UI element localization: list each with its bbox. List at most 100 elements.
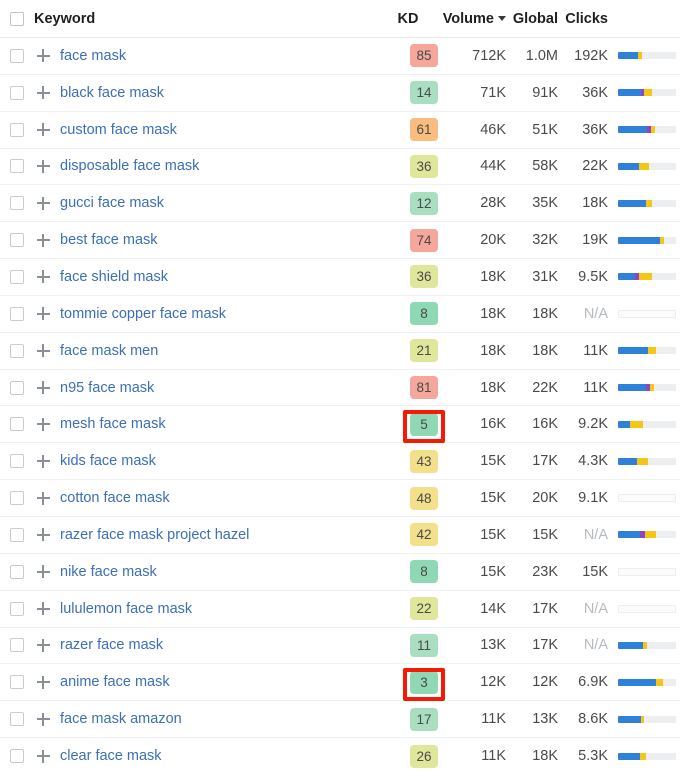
column-header-keyword[interactable]: Keyword xyxy=(30,11,382,27)
keyword-link[interactable]: lululemon face mask xyxy=(60,601,192,617)
keyword-link[interactable]: tommie copper face mask xyxy=(60,306,226,322)
table-row[interactable]: nike face mask 8 15K 23K 15K xyxy=(0,554,680,591)
add-keyword-button[interactable] xyxy=(30,381,56,395)
table-row[interactable]: cotton face mask 48 15K 20K 9.1K xyxy=(0,480,680,517)
row-checkbox[interactable] xyxy=(10,491,24,506)
row-checkbox-cell[interactable] xyxy=(0,343,30,358)
add-keyword-button[interactable] xyxy=(30,159,56,173)
row-checkbox-cell[interactable] xyxy=(0,159,30,174)
keyword-link[interactable]: face mask men xyxy=(60,343,158,359)
add-keyword-button[interactable] xyxy=(30,417,56,431)
column-header-global[interactable]: Global xyxy=(506,11,558,27)
row-checkbox[interactable] xyxy=(10,749,24,764)
table-row[interactable]: black face mask 14 71K 91K 36K xyxy=(0,75,680,112)
add-keyword-button[interactable] xyxy=(30,638,56,652)
add-keyword-button[interactable] xyxy=(30,528,56,542)
keyword-link[interactable]: face mask xyxy=(60,48,126,64)
keyword-link[interactable]: nike face mask xyxy=(60,564,157,580)
row-checkbox[interactable] xyxy=(10,638,24,653)
row-checkbox-cell[interactable] xyxy=(0,417,30,432)
add-keyword-button[interactable] xyxy=(30,749,56,763)
table-row[interactable]: face mask men 21 18K 18K 11K xyxy=(0,333,680,370)
row-checkbox-cell[interactable] xyxy=(0,491,30,506)
table-row[interactable]: razer face mask 11 13K 17K N/A xyxy=(0,628,680,665)
row-checkbox-cell[interactable] xyxy=(0,85,30,100)
row-checkbox[interactable] xyxy=(10,306,24,321)
keyword-link[interactable]: face shield mask xyxy=(60,269,168,285)
row-checkbox[interactable] xyxy=(10,417,24,432)
keyword-link[interactable]: cotton face mask xyxy=(60,490,170,506)
table-row[interactable]: kids face mask 43 15K 17K 4.3K xyxy=(0,443,680,481)
add-keyword-button[interactable] xyxy=(30,307,56,321)
row-checkbox[interactable] xyxy=(10,454,24,469)
add-keyword-button[interactable] xyxy=(30,233,56,247)
row-checkbox[interactable] xyxy=(10,712,24,727)
row-checkbox-cell[interactable] xyxy=(0,233,30,248)
row-checkbox[interactable] xyxy=(10,675,24,690)
keyword-link[interactable]: anime face mask xyxy=(60,674,170,690)
keyword-link[interactable]: clear face mask xyxy=(60,748,162,764)
table-row[interactable]: lululemon face mask 22 14K 17K N/A xyxy=(0,591,680,628)
add-keyword-button[interactable] xyxy=(30,675,56,689)
keyword-link[interactable]: black face mask xyxy=(60,85,164,101)
table-row[interactable]: n95 face mask 81 18K 22K 11K xyxy=(0,370,680,407)
table-row[interactable]: tommie copper face mask 8 18K 18K N/A xyxy=(0,296,680,333)
table-row[interactable]: razer face mask project hazel 42 15K 15K N/A xyxy=(0,517,680,554)
row-checkbox-cell[interactable] xyxy=(0,269,30,284)
select-all-checkbox[interactable] xyxy=(10,11,24,26)
table-row[interactable]: best face mask 74 20K 32K 19K xyxy=(0,222,680,260)
add-keyword-button[interactable] xyxy=(30,712,56,726)
row-checkbox-cell[interactable] xyxy=(0,749,30,764)
row-checkbox-cell[interactable] xyxy=(0,48,30,63)
row-checkbox[interactable] xyxy=(10,159,24,174)
row-checkbox-cell[interactable] xyxy=(0,527,30,542)
table-row[interactable]: mesh face mask 5 16K 16K 9.2K xyxy=(0,406,680,444)
row-checkbox-cell[interactable] xyxy=(0,712,30,727)
add-keyword-button[interactable] xyxy=(30,565,56,579)
row-checkbox-cell[interactable] xyxy=(0,196,30,211)
table-row[interactable]: anime face mask 3 12K 12K 6.9K xyxy=(0,664,680,702)
row-checkbox[interactable] xyxy=(10,48,24,63)
table-row[interactable]: gucci face mask 12 28K 35K 18K xyxy=(0,185,680,223)
row-checkbox-cell[interactable] xyxy=(0,380,30,395)
keyword-link[interactable]: kids face mask xyxy=(60,453,156,469)
keyword-link[interactable]: disposable face mask xyxy=(60,158,199,174)
table-row[interactable]: custom face mask 61 46K 51K 36K xyxy=(0,112,680,149)
table-row[interactable]: clear face mask 26 11K 18K 5.3K xyxy=(0,738,680,775)
row-checkbox-cell[interactable] xyxy=(0,306,30,321)
column-header-kd[interactable]: KD xyxy=(382,11,434,27)
table-row[interactable]: disposable face mask 36 44K 58K 22K xyxy=(0,149,680,186)
select-all-checkbox-cell[interactable] xyxy=(0,11,30,26)
add-keyword-button[interactable] xyxy=(30,454,56,468)
add-keyword-button[interactable] xyxy=(30,270,56,284)
table-row[interactable]: face mask amazon 17 11K 13K 8.6K xyxy=(0,701,680,739)
keyword-link[interactable]: n95 face mask xyxy=(60,380,154,396)
table-row[interactable]: face mask 85 712K 1.0M 192K xyxy=(0,38,680,75)
row-checkbox[interactable] xyxy=(10,564,24,579)
column-header-volume[interactable]: Volume xyxy=(434,11,506,27)
keyword-link[interactable]: razer face mask project hazel xyxy=(60,527,249,543)
table-row[interactable]: face shield mask 36 18K 31K 9.5K xyxy=(0,259,680,296)
row-checkbox[interactable] xyxy=(10,85,24,100)
add-keyword-button[interactable] xyxy=(30,123,56,137)
row-checkbox[interactable] xyxy=(10,196,24,211)
add-keyword-button[interactable] xyxy=(30,86,56,100)
keyword-link[interactable]: best face mask xyxy=(60,232,158,248)
keyword-link[interactable]: mesh face mask xyxy=(60,416,166,432)
row-checkbox-cell[interactable] xyxy=(0,564,30,579)
add-keyword-button[interactable] xyxy=(30,491,56,505)
row-checkbox-cell[interactable] xyxy=(0,675,30,690)
row-checkbox[interactable] xyxy=(10,122,24,137)
row-checkbox[interactable] xyxy=(10,343,24,358)
row-checkbox-cell[interactable] xyxy=(0,454,30,469)
add-keyword-button[interactable] xyxy=(30,602,56,616)
row-checkbox[interactable] xyxy=(10,380,24,395)
row-checkbox-cell[interactable] xyxy=(0,638,30,653)
add-keyword-button[interactable] xyxy=(30,344,56,358)
row-checkbox[interactable] xyxy=(10,527,24,542)
row-checkbox-cell[interactable] xyxy=(0,601,30,616)
row-checkbox[interactable] xyxy=(10,233,24,248)
keyword-link[interactable]: face mask amazon xyxy=(60,711,182,727)
add-keyword-button[interactable] xyxy=(30,196,56,210)
keyword-link[interactable]: razer face mask xyxy=(60,637,163,653)
